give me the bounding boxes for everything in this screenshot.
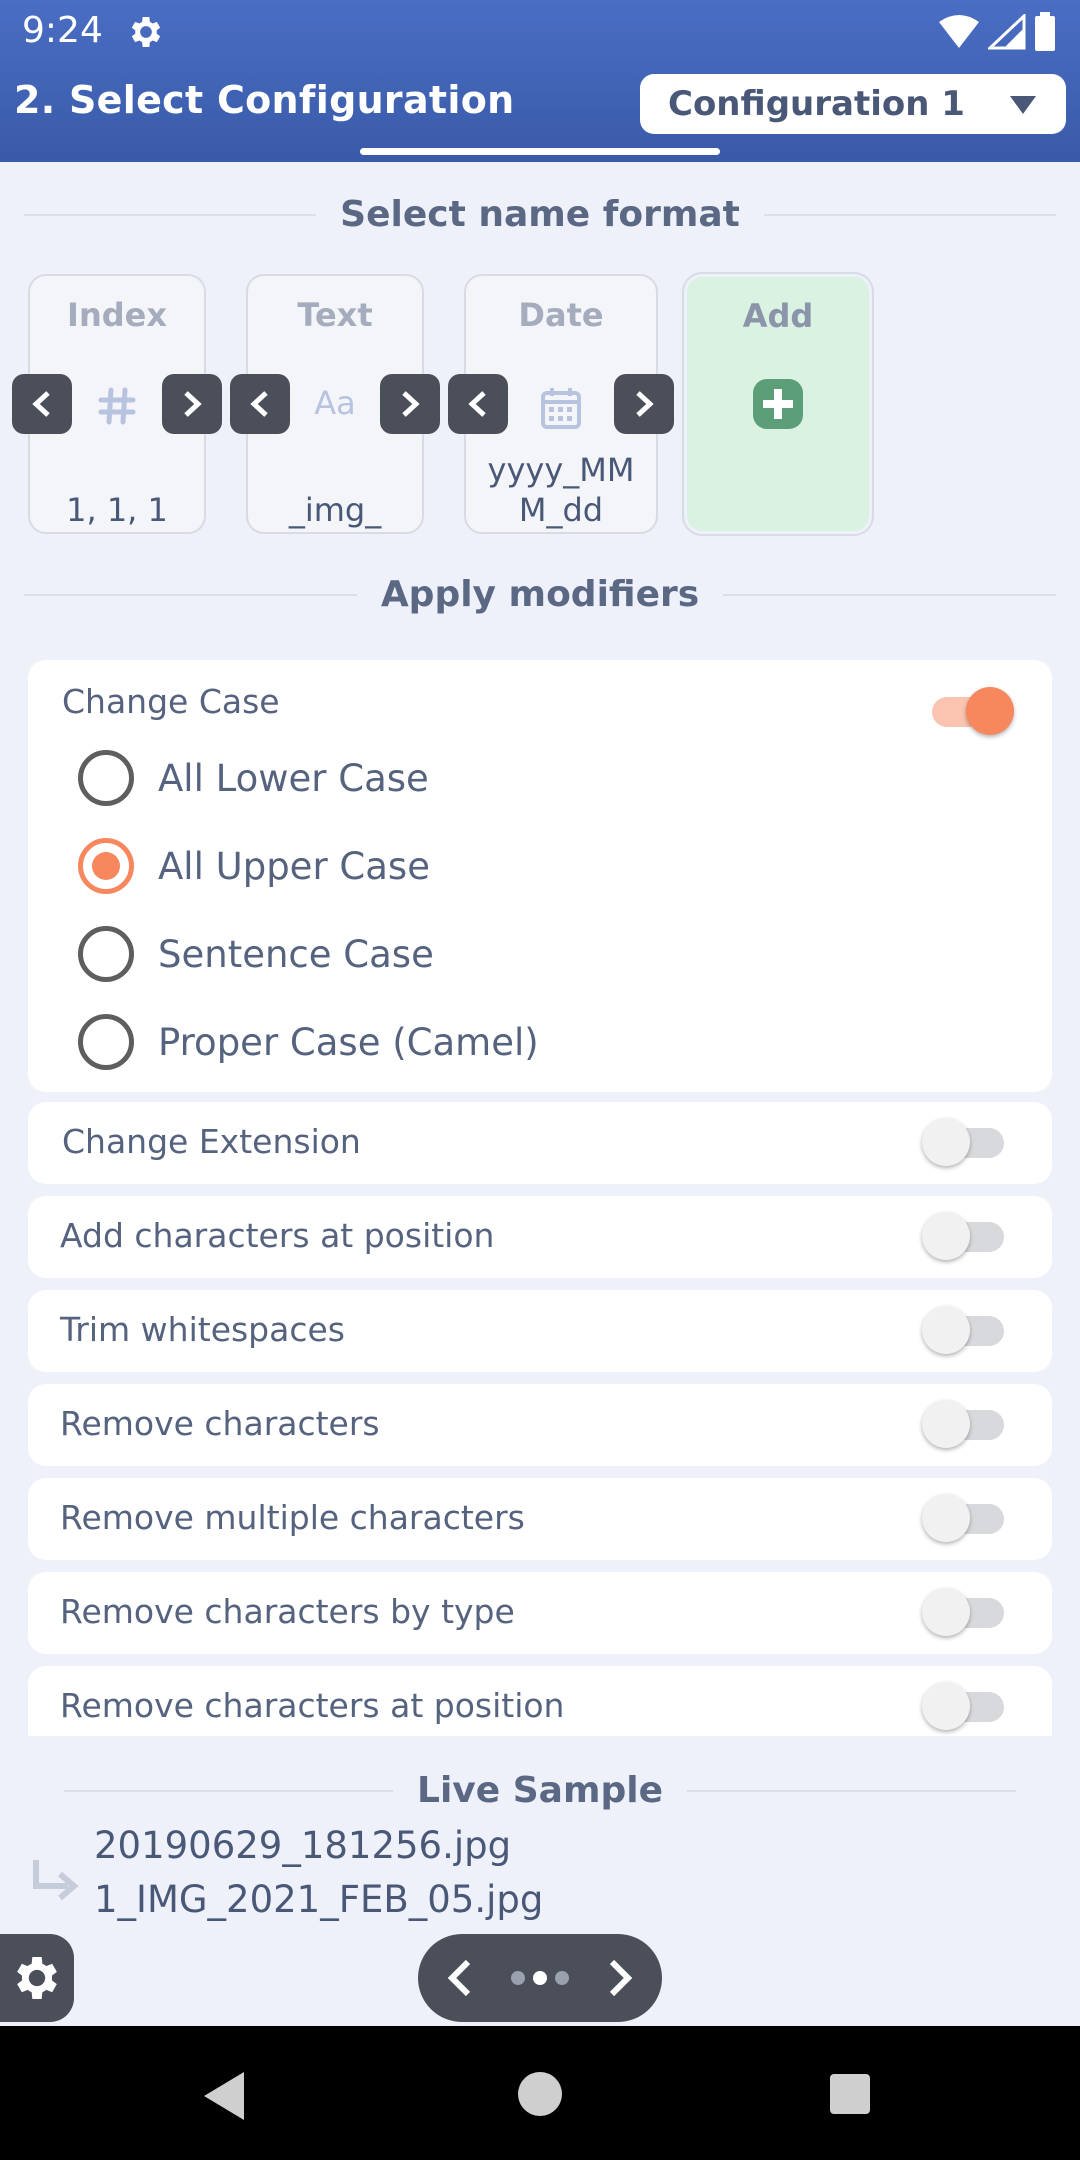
page-title: 2. Select Configuration — [14, 78, 515, 122]
back-icon[interactable] — [204, 2072, 244, 2120]
radio-label: Sentence Case — [158, 932, 434, 976]
status-time: 9:24 — [22, 10, 103, 51]
text-format-icon: Aa — [314, 384, 356, 422]
add-format-card[interactable]: Add — [684, 274, 872, 534]
remove-characters-toggle[interactable] — [922, 1400, 1004, 1448]
radio-label: Proper Case (Camel) — [158, 1020, 539, 1064]
sample-renamed-filename: 1_IMG_2021_FEB_05.jpg — [94, 1878, 544, 1921]
page-dots — [511, 1971, 569, 1985]
date-prev-button[interactable] — [448, 374, 508, 434]
modifier-label: Trim whitespaces — [60, 1310, 345, 1349]
format-card-value: _img_ — [288, 491, 382, 529]
text-prev-button[interactable] — [230, 374, 290, 434]
modifier-label: Remove characters — [60, 1404, 380, 1443]
format-card-title: Text — [297, 296, 373, 334]
hash-icon — [98, 387, 136, 425]
signal-icon — [988, 14, 1026, 50]
previous-step-button[interactable] — [444, 1958, 474, 1998]
add-icon — [753, 379, 803, 429]
format-card-title: Date — [518, 296, 604, 334]
settings-button[interactable] — [0, 1934, 74, 2022]
chevron-left-icon — [468, 391, 486, 417]
remove-characters-by-type-toggle[interactable] — [922, 1588, 1004, 1636]
status-icons — [938, 12, 1056, 52]
change-extension-row[interactable]: Change Extension — [28, 1102, 1052, 1184]
gear-icon — [17, 1957, 57, 1999]
radio-all-upper-case[interactable]: All Upper Case — [78, 838, 430, 894]
battery-icon — [1035, 12, 1055, 51]
change-case-toggle[interactable] — [932, 687, 1014, 735]
modifier-label: Add characters at position — [60, 1216, 495, 1255]
calendar-icon — [541, 388, 581, 429]
configuration-dropdown[interactable]: Configuration 1 — [640, 74, 1066, 134]
rename-arrow-icon — [33, 1860, 79, 1901]
modifier-label: Change Extension — [62, 1122, 361, 1161]
dropdown-arrow-icon — [1010, 96, 1036, 114]
change-case-label: Change Case — [62, 682, 280, 721]
add-characters-toggle[interactable] — [922, 1212, 1004, 1260]
trim-whitespaces-row[interactable]: Trim whitespaces — [28, 1290, 1052, 1372]
configuration-dropdown-value: Configuration 1 — [668, 84, 965, 124]
radio-all-lower-case[interactable]: All Lower Case — [78, 750, 429, 806]
chevron-right-icon — [402, 391, 420, 417]
step-pager — [418, 1934, 662, 2022]
index-prev-button[interactable] — [12, 374, 72, 434]
sample-original-filename: 20190629_181256.jpg — [94, 1824, 512, 1867]
recent-apps-icon[interactable] — [830, 2074, 870, 2114]
format-card-title: Add — [742, 297, 814, 335]
remove-characters-at-position-toggle[interactable] — [922, 1682, 1004, 1730]
app-header: 9:24 2. Select Configuration Configurati… — [0, 0, 1080, 162]
format-card-title: Index — [67, 296, 167, 334]
chevron-right-icon — [636, 391, 654, 417]
live-sample-heading: Live Sample — [24, 1770, 1056, 1811]
system-navigation-bar — [0, 2026, 1080, 2160]
modifier-label: Remove multiple characters — [60, 1498, 525, 1537]
radio-sentence-case[interactable]: Sentence Case — [78, 926, 434, 982]
chevron-right-icon — [184, 391, 202, 417]
trim-whitespaces-toggle[interactable] — [922, 1306, 1004, 1354]
change-extension-toggle[interactable] — [922, 1118, 1004, 1166]
modifier-label: Remove characters by type — [60, 1592, 515, 1631]
wifi-icon — [939, 15, 979, 48]
add-characters-row[interactable]: Add characters at position — [28, 1196, 1052, 1278]
change-case-panel: Change Case All Lower Case All Upper Cas… — [28, 660, 1052, 1092]
settings-status-icon — [131, 17, 161, 47]
radio-unchecked-icon — [78, 926, 134, 982]
chevron-left-icon — [32, 391, 50, 417]
home-icon[interactable] — [518, 2072, 562, 2116]
remove-multiple-characters-row[interactable]: Remove multiple characters — [28, 1478, 1052, 1560]
date-next-button[interactable] — [614, 374, 674, 434]
name-format-heading: Select name format — [24, 194, 1057, 235]
remove-multiple-characters-toggle[interactable] — [922, 1494, 1004, 1542]
next-step-button[interactable] — [606, 1958, 636, 1998]
chevron-left-icon — [250, 391, 268, 417]
radio-unchecked-icon — [78, 1014, 134, 1070]
format-card-value: yyyy_MM M_dd — [487, 451, 635, 529]
radio-checked-icon — [78, 838, 134, 894]
modifier-label: Remove characters at position — [60, 1686, 565, 1725]
text-next-button[interactable] — [380, 374, 440, 434]
index-next-button[interactable] — [162, 374, 222, 434]
format-card-value: 1, 1, 1 — [66, 491, 168, 529]
tab-indicator — [360, 148, 720, 155]
remove-characters-by-type-row[interactable]: Remove characters by type — [28, 1572, 1052, 1654]
radio-unchecked-icon — [78, 750, 134, 806]
remove-characters-at-position-row[interactable]: Remove characters at position — [28, 1666, 1052, 1736]
radio-label: All Upper Case — [158, 844, 430, 888]
radio-proper-case[interactable]: Proper Case (Camel) — [78, 1014, 539, 1070]
modifiers-heading: Apply modifiers — [24, 574, 1056, 615]
remove-characters-row[interactable]: Remove characters — [28, 1384, 1052, 1466]
radio-label: All Lower Case — [158, 756, 429, 800]
